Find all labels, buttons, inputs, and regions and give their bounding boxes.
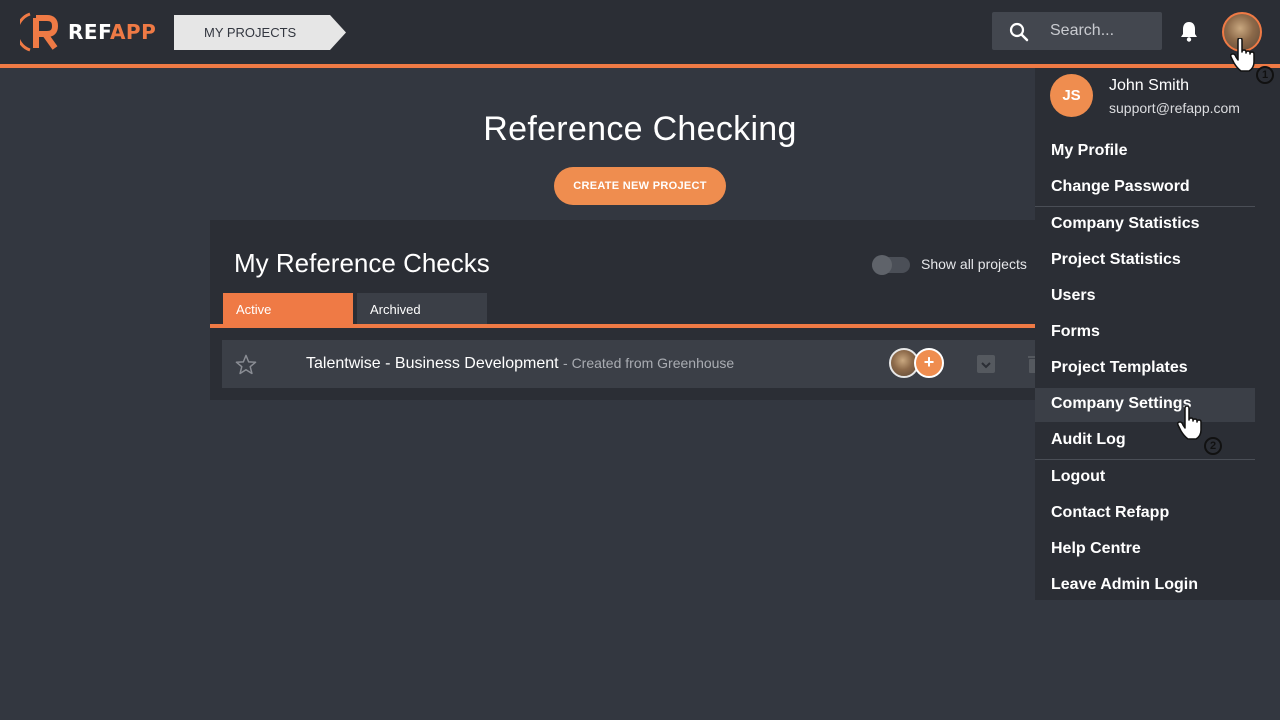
toggle-knob [872, 255, 892, 275]
menu-item-users[interactable]: Users [1035, 280, 1255, 314]
logo-text: REFAPP [68, 20, 156, 44]
panel-title: My Reference Checks [234, 248, 490, 278]
notifications-bell-icon[interactable] [1180, 21, 1198, 42]
menu-item-project-statistics[interactable]: Project Statistics [1035, 244, 1255, 278]
menu-item-help-centre[interactable]: Help Centre [1035, 533, 1255, 567]
project-row[interactable]: Talentwise - Business Development - Crea… [222, 340, 1050, 388]
reference-checks-panel: My Reference Checks Show all projects Ac… [210, 220, 1050, 400]
menu-item-company-settings[interactable]: Company Settings [1035, 388, 1255, 422]
menu-item-audit-log[interactable]: Audit Log [1035, 424, 1255, 458]
archive-icon[interactable] [976, 354, 996, 374]
menu-divider [1035, 206, 1255, 207]
search-icon[interactable] [1009, 22, 1029, 42]
user-name: John Smith [1109, 77, 1190, 94]
add-assignee-plus-icon[interactable]: + [914, 348, 944, 378]
breadcrumb-label: MY PROJECTS [204, 25, 297, 40]
menu-divider [1035, 459, 1255, 460]
tab-underline [210, 324, 1050, 328]
show-all-projects-toggle[interactable] [872, 255, 910, 275]
tab-active[interactable]: Active [223, 293, 353, 325]
project-subtitle: - Created from Greenhouse [563, 355, 735, 371]
menu-item-logout[interactable]: Logout [1035, 461, 1255, 495]
step-2-badge: 2 [1204, 437, 1222, 455]
project-name: Talentwise - Business Development [306, 355, 559, 372]
menu-item-project-templates[interactable]: Project Templates [1035, 352, 1255, 386]
hand-cursor-icon [1230, 38, 1255, 72]
user-menu-dropdown: JS John Smith support@refapp.com My Prof… [1035, 68, 1280, 600]
menu-item-change-password[interactable]: Change Password [1035, 171, 1255, 205]
refapp-logo-icon [20, 12, 58, 52]
breadcrumb-my-projects[interactable]: MY PROJECTS [174, 15, 346, 50]
top-bar: REFAPP MY PROJECTS [0, 0, 1280, 64]
logo-text-app: APP [109, 20, 157, 44]
tab-archived[interactable]: Archived [357, 293, 487, 325]
star-icon[interactable] [235, 354, 257, 375]
project-title[interactable]: Talentwise - Business Development - Crea… [306, 355, 734, 373]
menu-item-company-statistics[interactable]: Company Statistics [1035, 208, 1255, 242]
menu-item-my-profile[interactable]: My Profile [1035, 135, 1255, 169]
menu-item-leave-admin-login[interactable]: Leave Admin Login [1035, 569, 1255, 603]
menu-item-contact-refapp[interactable]: Contact Refapp [1035, 497, 1255, 531]
search-input[interactable] [1050, 21, 1150, 41]
user-initials-avatar: JS [1050, 74, 1093, 117]
search-box[interactable] [992, 12, 1162, 50]
refapp-logo[interactable]: REFAPP [20, 12, 156, 52]
menu-item-forms[interactable]: Forms [1035, 316, 1255, 350]
user-email: support@refapp.com [1109, 100, 1240, 116]
show-all-projects-label: Show all projects [921, 256, 1027, 272]
hand-cursor-icon [1177, 406, 1202, 440]
step-1-badge: 1 [1256, 66, 1274, 84]
logo-text-ref: REF [68, 20, 110, 44]
create-new-project-button[interactable]: CREATE NEW PROJECT [554, 167, 726, 205]
